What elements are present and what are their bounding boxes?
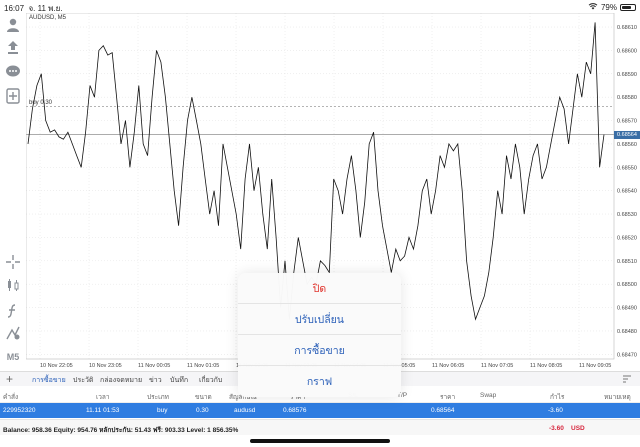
col-type: ประเภท: [147, 394, 169, 401]
y-tick-label: 0.68490: [617, 306, 637, 312]
position-context-menu: ปิด ปรับเปลี่ยน การซื้อขาย กราฟ: [238, 273, 401, 397]
y-tick-label: 0.68580: [617, 95, 637, 101]
home-indicator[interactable]: [250, 439, 390, 443]
crosshair-icon[interactable]: [5, 254, 21, 270]
chat-icon[interactable]: [5, 64, 21, 80]
col-comment: หมายเหตุ: [604, 394, 631, 401]
cell-profit: -3.60: [548, 407, 563, 414]
left-toolbar: M5: [0, 13, 26, 365]
sort-icon[interactable]: [622, 374, 632, 384]
col-profit: กำไร: [550, 394, 565, 401]
y-tick-label: 0.68600: [617, 48, 637, 54]
col-swap: Swap: [480, 392, 497, 399]
x-tick-label: 11 Nov 09:05: [579, 363, 611, 369]
tab-mailbox[interactable]: กล่องจดหมาย: [100, 375, 142, 386]
cell-order: 229952320: [3, 407, 36, 414]
x-tick-label: 11 Nov 01:05: [187, 363, 219, 369]
status-time: 16:07: [4, 4, 25, 13]
col-current-price: ราคา: [440, 394, 456, 401]
y-tick-label: 0.68520: [617, 235, 637, 241]
y-tick-label: 0.68560: [617, 142, 637, 148]
y-tick-label: 0.68500: [617, 282, 637, 288]
y-tick-label: 0.68480: [617, 329, 637, 335]
total-profit: -3.60: [549, 425, 564, 432]
objects-icon[interactable]: [5, 325, 21, 341]
x-tick-label: 11 Nov 07:05: [481, 363, 513, 369]
y-tick-label: 0.68470: [617, 352, 637, 358]
new-order-icon[interactable]: [5, 88, 21, 104]
y-tick-label: 0.68510: [617, 259, 637, 265]
cell-price: 0.68576: [283, 407, 307, 414]
current-price-tag: 0.68564: [614, 130, 640, 139]
x-tick-label: 11 Nov 06:05: [432, 363, 464, 369]
candles-icon[interactable]: [5, 277, 21, 293]
menu-trade[interactable]: การซื้อขาย: [238, 335, 401, 366]
x-tick-label: 10 Nov 22:05: [40, 363, 73, 369]
wifi-icon: [588, 2, 598, 12]
cell-time: 11.11 01:53: [86, 407, 120, 414]
symbol-label: AUDUSD, M5: [29, 15, 67, 21]
col-volume: ขนาด: [195, 394, 212, 401]
add-icon[interactable]: +: [6, 372, 13, 386]
col-time: เวลา: [96, 394, 110, 401]
account-icon[interactable]: [5, 17, 21, 33]
tab-news[interactable]: ข่าว: [149, 375, 162, 386]
battery-fill: [622, 5, 632, 9]
cell-type: buy: [157, 407, 168, 414]
balance-text: Balance: 958.36 Equity: 954.76 หลักประกั…: [3, 427, 239, 434]
y-axis-ticks: 0.68610 0.68600 0.68590 0.68580 0.68570 0.685…: [617, 25, 637, 358]
cell-current-price: 0.68564: [431, 407, 455, 414]
indicators-icon[interactable]: [5, 303, 21, 319]
y-tick-label: 0.68570: [617, 119, 637, 125]
tab-history[interactable]: ประวัติ: [73, 375, 93, 386]
y-tick-label: 0.68610: [617, 25, 637, 31]
cell-symbol: audusd: [234, 407, 256, 414]
y-tick-label: 0.68550: [617, 165, 637, 171]
col-order: คำสั่ง: [3, 394, 19, 401]
y-tick-label: 0.68530: [617, 212, 637, 218]
battery-icon: [620, 3, 636, 11]
tab-journal[interactable]: บันทึก: [170, 375, 188, 386]
battery-percent: 79%: [600, 2, 617, 12]
trade-arrows-icon[interactable]: [5, 40, 21, 56]
menu-modify-position[interactable]: ปรับเปลี่ยน: [238, 304, 401, 335]
y-tick-label: 0.68540: [617, 189, 637, 195]
tab-about[interactable]: เกี่ยวกับ: [199, 375, 222, 386]
status-right: 79%: [588, 2, 636, 12]
x-tick-label: 11 Nov 00:05: [138, 363, 170, 369]
status-bar: 16:07 จ. 11 พ.ย. 79%: [0, 0, 640, 13]
y-tick-label: 0.68590: [617, 72, 637, 78]
status-date: จ. 11 พ.ย.: [28, 4, 63, 13]
profit-currency: USD: [571, 425, 585, 432]
timeframe-label[interactable]: M5: [5, 349, 21, 365]
order-line-label: buy 0.30: [29, 99, 53, 106]
x-tick-label: 11 Nov 08:05: [530, 363, 562, 369]
menu-chart[interactable]: กราฟ: [238, 366, 401, 397]
menu-close-position[interactable]: ปิด: [238, 273, 401, 304]
cell-volume: 0.30: [196, 407, 209, 414]
account-summary: Balance: 958.36 Equity: 954.76 หลักประกั…: [0, 419, 640, 435]
x-tick-label: 10 Nov 23:05: [89, 363, 122, 369]
table-row[interactable]: 229952320 11.11 01:53 buy 0.30 audusd 0.…: [0, 403, 640, 418]
